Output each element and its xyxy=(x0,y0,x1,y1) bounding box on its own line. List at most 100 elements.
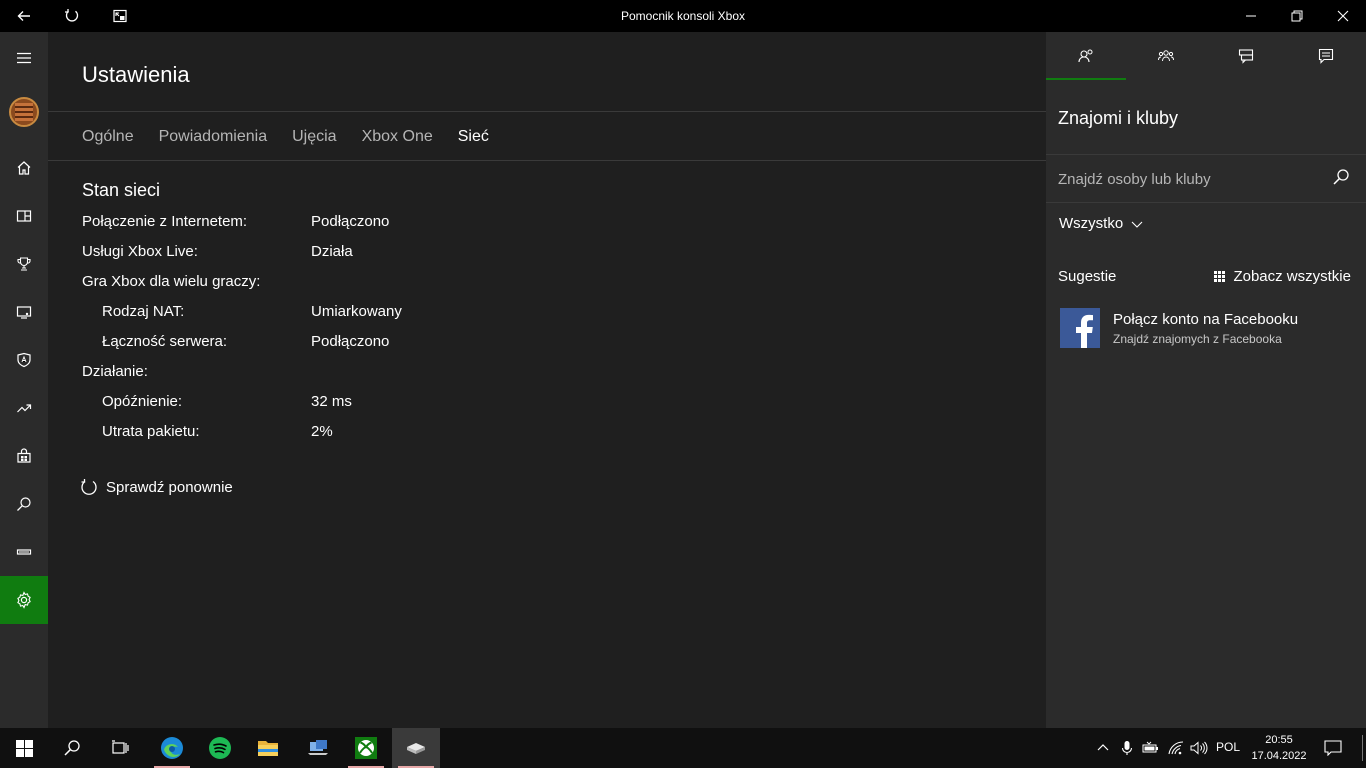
minimize-button[interactable] xyxy=(1228,0,1274,32)
grid-icon xyxy=(1214,271,1226,282)
party-icon xyxy=(1158,50,1174,62)
back-button[interactable] xyxy=(0,0,48,32)
task-view-button[interactable] xyxy=(96,728,144,768)
nav-console[interactable] xyxy=(0,288,48,336)
nav-search[interactable] xyxy=(0,480,48,528)
task-view-icon xyxy=(112,740,129,754)
profile-avatar-button[interactable] xyxy=(0,88,48,136)
tab-network[interactable]: Sieć xyxy=(458,128,489,146)
settings-main: Ustawienia Ogólne Powiadomienia Ujęcia X… xyxy=(48,32,1046,728)
settings-tabs: Ogólne Powiadomienia Ujęcia Xbox One Sie… xyxy=(82,128,514,146)
microphone-tray[interactable] xyxy=(1118,728,1136,768)
taskbar-connect-app[interactable] xyxy=(294,728,342,768)
home-icon xyxy=(17,161,31,175)
facebook-logo-icon xyxy=(1060,308,1100,348)
packet-loss-label: Utrata pakietu: xyxy=(102,423,200,440)
nav-my-games[interactable] xyxy=(0,192,48,240)
taskbar-xbox[interactable] xyxy=(342,728,390,768)
nav-trending[interactable] xyxy=(0,384,48,432)
tab-notifications[interactable]: Powiadomienia xyxy=(159,128,268,146)
show-desktop-button[interactable] xyxy=(1358,728,1366,768)
shield-icon xyxy=(17,352,31,368)
taskbar-search-button[interactable] xyxy=(48,728,96,768)
search-button[interactable] xyxy=(1332,168,1350,191)
clock[interactable]: 20:55 17.04.2022 xyxy=(1248,732,1310,764)
start-button[interactable] xyxy=(0,728,48,768)
store-bag-icon xyxy=(17,448,31,463)
refresh-icon xyxy=(81,479,97,495)
restore-button[interactable] xyxy=(1274,0,1320,32)
taskbar-edge[interactable] xyxy=(148,728,196,768)
search-icon xyxy=(17,497,31,511)
tab-friends[interactable] xyxy=(1046,32,1126,80)
console-app-icon xyxy=(407,743,425,754)
show-desktop-divider xyxy=(1361,735,1363,761)
internet-connection-label: Połączenie z Internetem: xyxy=(82,213,248,230)
check-again-button[interactable]: Sprawdź ponownie xyxy=(80,478,233,496)
social-panel: Znajomi i kluby Wszystko Sugestie Zobacz… xyxy=(1046,32,1366,728)
input-language-indicator[interactable]: POL xyxy=(1216,740,1240,754)
xbox-live-services-label: Usługi Xbox Live: xyxy=(82,243,198,260)
notification-icon xyxy=(1324,740,1342,756)
trending-icon xyxy=(17,404,32,413)
taskbar-xbox-companion[interactable] xyxy=(392,728,440,768)
battery-charging-icon xyxy=(1142,741,1158,753)
tab-messages[interactable] xyxy=(1206,32,1286,80)
taskbar-file-explorer[interactable] xyxy=(244,728,292,768)
xbox-logo-icon xyxy=(355,737,377,759)
server-connectivity-label: Łączność serwera: xyxy=(102,333,228,350)
close-icon xyxy=(1337,10,1349,22)
nav-clubs[interactable] xyxy=(0,336,48,384)
search-icon xyxy=(1333,169,1349,185)
window-title: Pomocnik konsoli Xbox xyxy=(620,9,746,23)
divider xyxy=(48,160,1046,161)
nav-achievements[interactable] xyxy=(0,240,48,288)
nav-home[interactable] xyxy=(0,144,48,192)
speaker-icon xyxy=(1190,741,1208,755)
clock-time: 20:55 xyxy=(1265,734,1293,746)
refresh-button[interactable] xyxy=(48,0,96,32)
wifi-icon xyxy=(1168,741,1184,755)
avatar xyxy=(9,97,39,127)
windows-logo-icon xyxy=(15,739,33,757)
chat-icon xyxy=(1318,48,1334,64)
show-hidden-icons-button[interactable] xyxy=(1094,728,1112,768)
filter-dropdown[interactable]: Wszystko xyxy=(1059,215,1143,232)
tab-xbox-one[interactable]: Xbox One xyxy=(362,128,433,146)
filter-label: Wszystko xyxy=(1059,215,1124,232)
tab-captures[interactable]: Ujęcia xyxy=(292,128,336,146)
trophy-icon xyxy=(17,257,31,271)
gear-icon xyxy=(17,591,31,609)
console-connect-icon xyxy=(16,306,32,319)
latency-label: Opóźnienie: xyxy=(102,393,183,410)
nav-devices[interactable] xyxy=(0,528,48,576)
battery-tray[interactable] xyxy=(1141,728,1161,768)
tab-general[interactable]: Ogólne xyxy=(82,128,134,146)
nav-store[interactable] xyxy=(0,432,48,480)
hamburger-menu-button[interactable] xyxy=(0,34,48,82)
volume-tray[interactable] xyxy=(1189,728,1209,768)
title-bar: Pomocnik konsoli Xbox xyxy=(0,0,1366,32)
link-facebook-item[interactable]: Połącz konto na Facebooku Znajdź znajomy… xyxy=(1060,308,1360,348)
action-center-button[interactable] xyxy=(1318,728,1348,768)
close-button[interactable] xyxy=(1320,0,1366,32)
back-arrow-icon xyxy=(17,11,30,21)
left-navigation xyxy=(0,32,48,728)
see-all-button[interactable]: Zobacz wszystkie xyxy=(1214,268,1351,285)
network-tray[interactable] xyxy=(1166,728,1186,768)
taskbar-spotify[interactable] xyxy=(196,728,244,768)
multiplayer-label: Gra Xbox dla wielu graczy: xyxy=(82,273,261,290)
restore-icon xyxy=(1291,10,1303,22)
nav-settings[interactable] xyxy=(0,576,48,624)
refresh-icon xyxy=(65,9,79,22)
divider xyxy=(48,111,1046,112)
page-title: Ustawienia xyxy=(82,62,190,87)
compact-overlay-button[interactable] xyxy=(96,0,144,32)
internet-connection-value: Podłączono xyxy=(311,213,390,230)
tab-notifications-panel[interactable] xyxy=(1286,32,1366,80)
performance-label: Działanie: xyxy=(82,363,148,380)
packet-loss-value: 2% xyxy=(311,423,333,440)
spotify-icon xyxy=(209,737,231,759)
people-search-input[interactable] xyxy=(1058,168,1318,190)
tab-parties[interactable] xyxy=(1126,32,1206,80)
